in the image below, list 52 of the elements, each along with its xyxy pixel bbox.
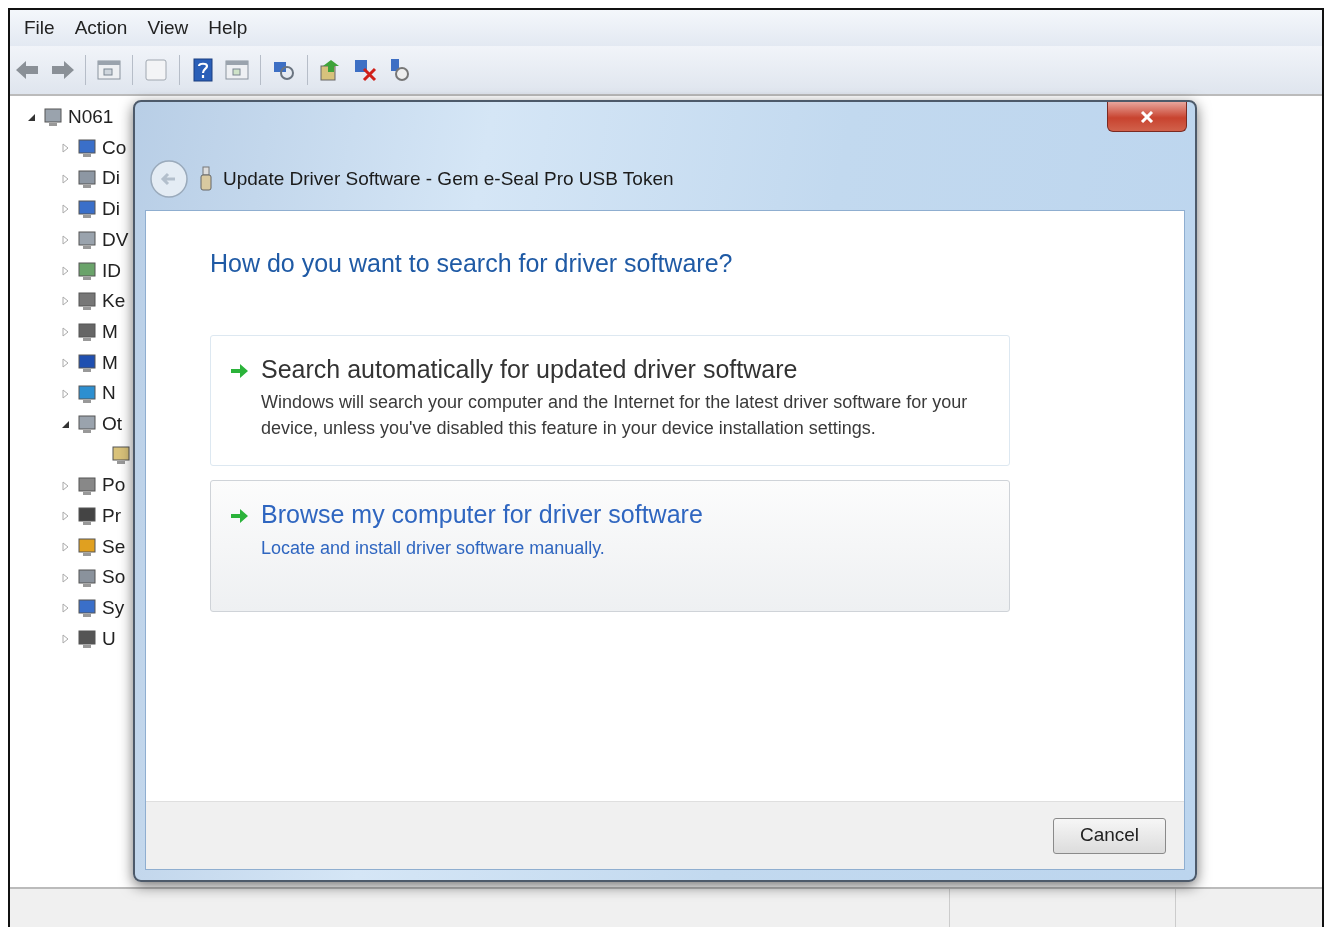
option-title: Browse my computer for driver software [261,501,703,529]
tree-item-label[interactable]: DV [102,225,129,255]
tree-item-label[interactable]: Co [102,133,127,163]
dialog-title: Update Driver Software - Gem e-Seal Pro USB Token [223,166,674,191]
tree-item-label[interactable]: Di [102,164,120,193]
option-description: Windows will search your computer and the Internet for the latest driver software for your device, unless you've disabled this feature in your device installation settings. [261,391,969,441]
tree-item-label[interactable]: Pr [102,502,121,531]
collapsed-arrow-icon[interactable] [60,173,70,184]
collapsed-arrow-icon[interactable] [60,357,70,368]
collapsed-arrow-icon[interactable] [60,572,70,583]
tree-item-label[interactable]: N [102,379,116,408]
collapsed-arrow-icon[interactable] [60,296,70,307]
collapsed-arrow-icon[interactable] [60,265,70,276]
cancel-button[interactable]: Cancel [1053,817,1166,854]
expanded-arrow-icon[interactable] [26,112,36,123]
collapsed-arrow-icon[interactable] [60,204,70,215]
menu-item[interactable]: View [139,11,197,45]
menu-item[interactable]: File [16,11,63,45]
expanded-arrow-icon[interactable] [60,419,70,430]
collapsed-arrow-icon[interactable] [60,143,70,154]
option-button[interactable] [210,334,1010,467]
window-icon[interactable] [142,56,170,84]
menu-item[interactable]: Action [66,11,136,45]
tree-item-label[interactable]: Ot [102,409,123,439]
dialog-heading: How do you want to search for driver software? [210,248,734,279]
usb-icon [199,166,213,192]
tree-item-label[interactable]: ID [102,256,121,286]
tree-item-label[interactable]: U [102,624,116,654]
tree-item-label[interactable]: Di [102,195,120,224]
option-button[interactable]: Browse my computer for driver software Locate and install driver software manually. [210,480,1010,613]
tree-item-label[interactable]: Sy [102,594,125,623]
tree-item-label[interactable]: Po [102,471,126,500]
close-icon [1140,110,1154,123]
option-title: Search automatically for updated driver software [261,355,799,383]
tree-item-label[interactable]: N061 [68,103,114,132]
collapsed-arrow-icon[interactable] [60,541,70,552]
collapsed-arrow-icon[interactable] [60,235,70,246]
collapsed-arrow-icon[interactable] [60,634,70,645]
tree-item-label[interactable]: M [102,348,118,378]
collapsed-arrow-icon[interactable] [60,511,70,522]
tree-item-label[interactable]: Se [102,532,126,562]
menu-item[interactable]: Help [200,11,256,45]
collapsed-arrow-icon[interactable] [60,603,70,614]
collapsed-arrow-icon[interactable] [60,388,70,399]
collapsed-arrow-icon[interactable] [60,327,70,338]
collapsed-arrow-icon[interactable] [60,480,70,491]
back-button[interactable] [149,159,189,199]
tree-item-label[interactable]: Ke [102,287,126,316]
tree-item-label[interactable]: M [102,317,118,347]
tree-item-label[interactable]: So [102,563,126,592]
option-description: Locate and install driver software manually. [261,536,606,560]
close-button[interactable] [1107,102,1187,132]
